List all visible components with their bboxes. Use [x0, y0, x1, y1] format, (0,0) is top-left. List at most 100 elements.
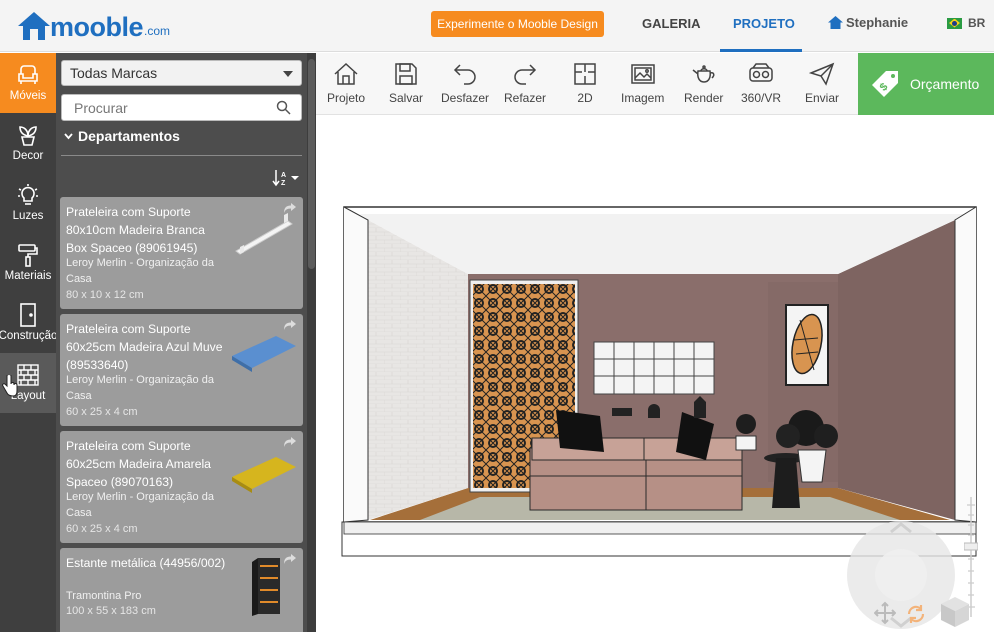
toolbar-salvar-button[interactable]: Salvar [389, 61, 423, 105]
product-card[interactable]: Prateleira com Suporte 60x25cm Madeira A… [60, 431, 303, 543]
product-brand: Leroy Merlin - Organização da Casa [66, 257, 214, 285]
rail-label: Decor [12, 150, 44, 162]
svg-text:A: A [281, 172, 286, 179]
mooble-app: mooble .com Experimente o Mooble Design … [0, 0, 994, 632]
toolbar-projeto-button[interactable]: Projeto [327, 61, 365, 105]
rail-item-materiais[interactable]: Materiais [0, 233, 56, 293]
product-dimensions: 80 x 10 x 12 cm [66, 289, 144, 301]
paint-roller-icon [18, 244, 38, 267]
product-dimensions: 100 x 55 x 183 cm [66, 605, 156, 617]
departments-toggle[interactable]: Departamentos [64, 128, 180, 144]
product-title: Prateleira com Suporte 60x25cm Madeira A… [66, 322, 223, 372]
rail-item-luzes[interactable]: Luzes [0, 173, 56, 233]
save-icon [395, 63, 417, 85]
rail-item-layout[interactable]: Layout [0, 353, 56, 413]
search-input[interactable] [62, 95, 272, 120]
tool-label: Render [684, 91, 724, 105]
white-shelf-thumbnail [235, 213, 293, 255]
try-mooble-design-button[interactable]: Experimente o Mooble Design [431, 11, 604, 37]
rail-label: Materiais [4, 270, 52, 282]
user-name: Stephanie [846, 15, 909, 30]
language-code: BR [968, 16, 986, 30]
product-card[interactable]: Prateleira com Suporte 80x10cm Madeira B… [60, 197, 303, 309]
toolbar-enviar-button[interactable]: Enviar [805, 61, 839, 105]
product-title: Estante metálica (44956/002) [66, 556, 226, 570]
tool-label: 360/VR [741, 91, 782, 105]
blue-shelf-thumbnail [232, 336, 296, 372]
catalog-panel: Todas Marcas Departamentos A Z Prateleir… [56, 53, 307, 632]
toolbar-render-button[interactable]: Render [684, 61, 723, 105]
brand-filter-select[interactable]: Todas Marcas [61, 60, 302, 86]
top-nav-bar: mooble .com Experimente o Mooble Design … [0, 0, 994, 52]
tool-label: Enviar [805, 91, 840, 105]
language-selector[interactable]: BR [947, 16, 985, 30]
image-icon [630, 64, 655, 84]
redo-icon [514, 64, 537, 85]
chevron-down-icon [283, 71, 293, 77]
tool-label: Salvar [389, 91, 424, 105]
rail-item-moveis[interactable]: Móveis [0, 53, 56, 113]
home-icon [334, 62, 358, 85]
price-tag-icon: $ [872, 71, 898, 97]
toolbar-360vr-button[interactable]: 360/VR [741, 61, 781, 105]
rotate-icon[interactable] [905, 603, 927, 625]
pan-icon[interactable] [874, 601, 896, 625]
share-icon[interactable] [283, 319, 297, 331]
bulb-icon [18, 184, 38, 205]
rail-item-decor[interactable]: Decor [0, 113, 56, 173]
mooble-logo[interactable]: mooble .com [16, 8, 170, 42]
send-icon [809, 62, 835, 86]
teapot-icon [692, 65, 715, 83]
rail-item-construcao[interactable]: Construção [0, 293, 57, 353]
toolbar-refazer-button[interactable]: Refazer [504, 61, 546, 105]
nav-galeria[interactable]: GALERIA [642, 16, 701, 31]
divider [61, 155, 302, 156]
share-icon[interactable] [283, 436, 297, 448]
search-icon[interactable] [276, 100, 291, 115]
logo-house-icon [18, 12, 50, 40]
user-menu[interactable]: Stephanie [828, 15, 908, 30]
quote-label: Orçamento [910, 76, 980, 92]
scrollbar-thumb[interactable] [308, 59, 315, 269]
brand-filter-value: Todas Marcas [70, 65, 158, 81]
product-brand: Tramontina Pro [66, 590, 142, 602]
tool-label: Desfazer [441, 91, 490, 105]
active-nav-indicator [720, 49, 802, 52]
product-title: Prateleira com Suporte 80x10cm Madeira B… [66, 205, 205, 255]
tool-label: Refazer [504, 91, 547, 105]
toolbar-desfazer-button[interactable]: Desfazer [441, 61, 489, 105]
rail-label: Móveis [9, 90, 47, 102]
cube-view-icon[interactable] [938, 595, 972, 629]
product-dimensions: 60 x 25 x 4 cm [66, 523, 138, 535]
armchair-icon [18, 65, 38, 84]
hand-cursor-icon [2, 375, 18, 397]
toolbar-imagem-button[interactable]: Imagem [621, 61, 664, 105]
product-card[interactable]: Estante metálica (44956/002) Tramontina … [60, 548, 303, 632]
logo-suffix: .com [144, 24, 171, 38]
product-card[interactable]: Prateleira com Suporte 60x25cm Madeira A… [60, 314, 303, 426]
catalog-scrollbar[interactable] [307, 53, 316, 632]
product-brand: Leroy Merlin - Organização da Casa [66, 491, 214, 519]
sort-az-icon[interactable]: A Z [272, 169, 300, 187]
tool-label: 2D [577, 91, 593, 105]
metal-shelf-thumbnail [252, 558, 280, 616]
product-brand: Leroy Merlin - Organização da Casa [66, 374, 214, 402]
nav-projeto[interactable]: PROJETO [733, 16, 795, 31]
tool-label: Projeto [327, 91, 366, 105]
departments-label: Departamentos [78, 128, 180, 144]
grid-icon [17, 364, 39, 386]
brazil-flag-icon [947, 17, 962, 29]
quote-button[interactable]: $ Orçamento [858, 53, 994, 115]
vr-headset-icon [749, 63, 773, 82]
svg-text:Z: Z [281, 180, 286, 187]
catalog-search [61, 94, 302, 121]
logo-text: mooble [50, 12, 144, 42]
door-icon [20, 303, 36, 327]
tool-label: Imagem [621, 91, 665, 105]
product-title: Prateleira com Suporte 60x25cm Madeira A… [66, 439, 211, 489]
rail-label: Luzes [12, 210, 44, 222]
toolbar-2d-button[interactable]: 2D [572, 61, 598, 105]
undo-icon [453, 64, 476, 85]
product-dimensions: 60 x 25 x 4 cm [66, 406, 138, 418]
chevron-down-icon [64, 132, 73, 139]
